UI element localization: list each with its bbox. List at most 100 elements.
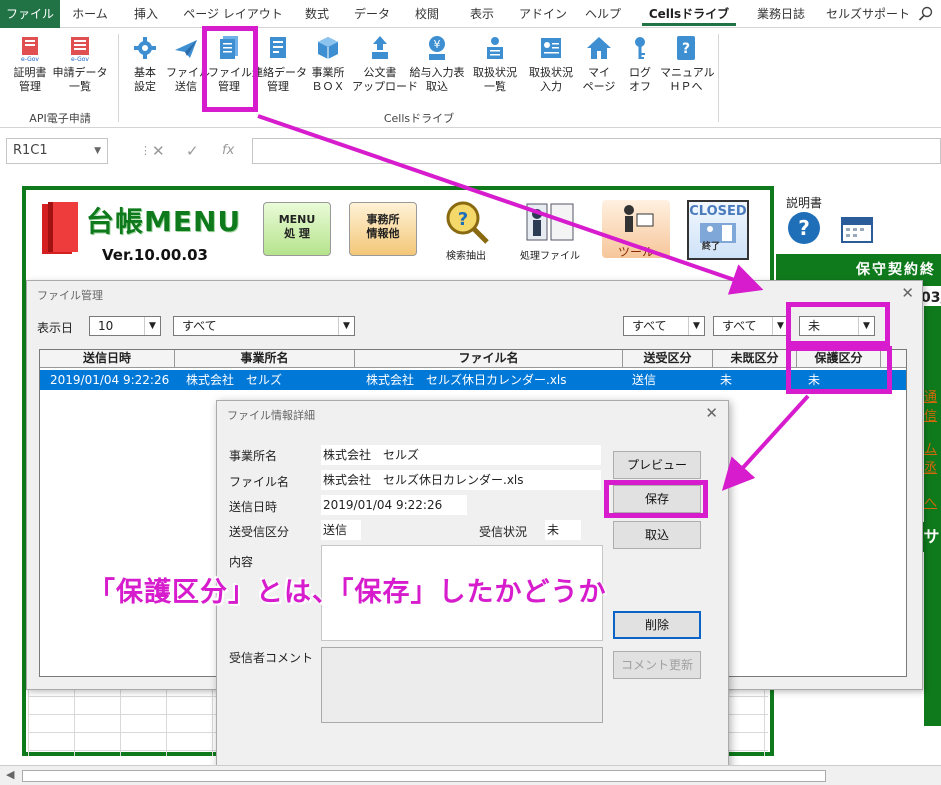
tab-view[interactable]: 表示 (456, 0, 508, 28)
tool-icon (624, 205, 654, 232)
chevron-down-icon: ▼ (688, 317, 704, 335)
svg-text:e-Gov: e-Gov (21, 56, 39, 62)
update-comment-button[interactable]: コメント更新 (613, 651, 701, 679)
tab-insert[interactable]: 挿入 (120, 0, 172, 28)
upload-icon (372, 36, 388, 59)
help-icon[interactable]: ? (788, 212, 820, 244)
annotation-caption: 「保護区分」とは、「保存」したかどうか (88, 577, 607, 608)
office-filter-select[interactable]: すべて ▼ (173, 316, 355, 336)
row-file: 株式会社 セルズ休日カレンダー.xls (366, 373, 567, 387)
row-read: 未 (720, 373, 733, 387)
col-file-name[interactable]: ファイル名 (355, 350, 623, 368)
date-label: 送信日時 (229, 500, 278, 514)
tab-data[interactable]: データ (346, 0, 398, 28)
manual-hp-button[interactable]: ? マニュアル ＨＰへ (660, 34, 715, 94)
closed-exit-button[interactable]: CLOSED 終了 (687, 200, 749, 260)
contact-data-button[interactable]: 連絡データ 管理 (252, 34, 307, 94)
function-icon[interactable]: fx (222, 138, 234, 164)
tab-help[interactable]: ヘルプ (578, 0, 628, 28)
display-days-select[interactable]: 10 ▼ (89, 316, 161, 336)
tab-file[interactable]: ファイル (0, 0, 60, 28)
import-button[interactable]: 取込 (613, 521, 701, 549)
horizontal-scrollbar[interactable]: ◀ (0, 765, 941, 785)
name-box[interactable]: R1C1 ▼ (6, 138, 108, 164)
status-list-icon (487, 37, 503, 59)
link-communication[interactable]: 通信 (924, 386, 941, 424)
application-data-button[interactable]: e-Gov 申請データ 一覧 (52, 34, 108, 94)
chevron-down-icon: ▼ (338, 317, 354, 335)
menu-process-button[interactable]: MENU 処 理 (263, 202, 331, 256)
list-header: 送信日時 事業所名 ファイル名 送受区分 未既区分 保護区分 (40, 350, 906, 368)
tab-work-diary[interactable]: 業務日誌 (746, 0, 816, 28)
status-label: 受信状況 (479, 525, 528, 539)
office-label: 事業所名 (229, 449, 278, 463)
dialog-title: ファイル管理 (37, 289, 103, 302)
tab-formulas[interactable]: 数式 (294, 0, 340, 28)
box-icon (318, 37, 338, 59)
col-send-datetime[interactable]: 送信日時 (40, 350, 175, 368)
search-icon[interactable] (918, 6, 934, 22)
home-icon (587, 37, 611, 59)
table-row[interactable]: 2019/01/04 9:22:26 株式会社 セルズ 株式会社 セルズ休日カレ… (40, 370, 906, 390)
link-more[interactable]: へ (924, 492, 937, 511)
cancel-icon[interactable]: ✕ (152, 138, 165, 164)
display-days-label: 表示日 (37, 321, 74, 335)
scrollbar-thumb[interactable] (22, 770, 826, 782)
calendar-icon[interactable] (840, 214, 874, 244)
ribbon: e-Gov 証明書 管理 e-Gov 申請データ 一覧 API電子申請 基本 設… (0, 28, 941, 128)
search-extract-button[interactable]: ? 検索抽出 (432, 200, 500, 262)
tab-addins[interactable]: アドイン (514, 0, 572, 28)
ledger-title: 台帳MENU (86, 205, 242, 238)
group-separator (118, 34, 119, 122)
ledger-banner: 台帳MENU Ver.10.00.03 MENU 処 理 事務所 情報他 ? 検… (30, 192, 754, 276)
tab-cells-drive[interactable]: Cellsドライブ (636, 0, 742, 28)
status-list-button[interactable]: 取扱状況 一覧 (468, 34, 522, 94)
process-file-button[interactable]: 処理ファイル (516, 200, 584, 262)
certificate-button[interactable]: e-Gov 証明書 管理 (8, 34, 52, 94)
status-input-button[interactable]: 取扱状況 入力 (524, 34, 578, 94)
col-direction[interactable]: 送受区分 (623, 350, 713, 368)
svg-text:?: ? (458, 209, 468, 230)
direction-value: 送信 (321, 520, 361, 540)
ledger-book-icon (42, 202, 78, 254)
office-box-button[interactable]: 事業所 ＢＯＸ (306, 34, 350, 94)
certificate-icon: e-Gov (21, 37, 39, 62)
confirm-icon[interactable]: ✓ (186, 138, 199, 164)
preview-button[interactable]: プレビュー (613, 451, 701, 479)
tab-home[interactable]: ホーム (64, 0, 116, 28)
col-office-name[interactable]: 事業所名 (175, 350, 355, 368)
process-file-icon (526, 203, 574, 241)
send-icon (175, 40, 197, 58)
contract-date: 03/ (921, 290, 941, 306)
highlight-file-management (202, 26, 258, 112)
read-filter-select[interactable]: すべて ▼ (713, 316, 789, 336)
settings-icon (134, 37, 156, 59)
contact-data-icon (270, 37, 286, 58)
log-off-button[interactable]: ログ オフ (622, 34, 658, 94)
dialog-title: ファイル情報詳細 (227, 409, 315, 422)
close-icon[interactable]: ✕ (901, 284, 914, 302)
basic-settings-button[interactable]: 基本 設定 (126, 34, 164, 94)
chevron-down-icon[interactable]: ▼ (94, 139, 101, 163)
file-send-button[interactable]: ファイル 送信 (166, 34, 210, 94)
version-label: Ver.10.00.03 (102, 246, 208, 264)
my-page-button[interactable]: マイ ページ (580, 34, 618, 94)
chevron-down-icon: ▼ (144, 317, 160, 335)
delete-button[interactable]: 削除 (613, 611, 701, 639)
link-system[interactable]: ム丞 (924, 438, 941, 476)
date-value: 2019/01/04 9:22:26 (321, 495, 467, 515)
formula-input[interactable] (252, 138, 941, 164)
col-read-status[interactable]: 未既区分 (713, 350, 797, 368)
salary-import-button[interactable]: ¥ 給与入力表 取込 (408, 34, 466, 94)
tab-cells-support[interactable]: セルズサポート (822, 0, 914, 28)
document-upload-button[interactable]: 公文書 アップロード (352, 34, 418, 94)
comment-textarea[interactable] (321, 647, 603, 723)
close-icon[interactable]: ✕ (705, 404, 718, 422)
tool-button[interactable]: ツール (602, 200, 670, 259)
office-info-button[interactable]: 事務所 情報他 (349, 202, 417, 256)
scroll-left-icon[interactable]: ◀ (6, 768, 14, 781)
send-filter-select[interactable]: すべて ▼ (623, 316, 705, 336)
tab-review[interactable]: 校閲 (404, 0, 450, 28)
tab-page-layout[interactable]: ページ レイアウト (178, 0, 288, 28)
row-date: 2019/01/04 9:22:26 (50, 373, 170, 387)
